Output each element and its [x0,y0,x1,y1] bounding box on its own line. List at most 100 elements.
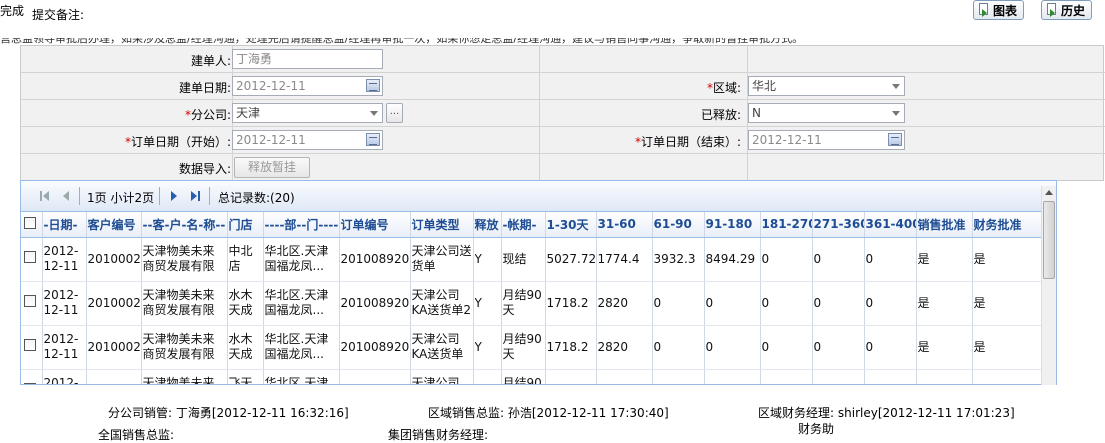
history-button[interactable]: 历史 [1041,0,1093,20]
table-cell: 5027.72 [545,237,597,282]
cell-text: 天津物美未来商贸发展有限公司 [142,332,215,361]
column-header[interactable]: 订单编号 [339,212,411,238]
row-checkbox[interactable] [24,251,36,263]
select-all-checkbox-cell[interactable] [21,212,43,238]
cell-text: 0 [761,251,770,266]
table-cell: 3932.3 [652,237,705,282]
released-label: 已释放: [700,108,741,122]
column-header[interactable]: 释放 [473,212,502,238]
cell-text: 0 [761,295,770,310]
cell-text: 20100026 [87,251,140,266]
table-row[interactable]: 2012-12-11 20100026天津物美未来商贸发展有限公司中北店华北区.天… [21,237,1043,282]
table-row[interactable]: 2012-12-11 20100026天津物美未来商贸发展有限公司水木天成店华北区… [21,325,1043,370]
remark-input[interactable] [86,0,284,30]
table-cell: 2012-12-11 [42,369,87,384]
table-row[interactable]: 2012-12-11 20100026天津物美未来商贸发展有限公司 飞天山路 华北区.… [21,369,1043,385]
table-cell: 20100026 [86,237,142,282]
calendar-icon[interactable] [366,133,380,146]
branch-lookup-button[interactable]: ... [386,103,403,123]
order-end-field[interactable]: 2012-12-11 [748,130,905,150]
row-checkbox-cell[interactable] [21,281,43,326]
column-header[interactable]: 361-400 [864,212,917,238]
created-date-field[interactable]: 2012-12-11 [232,76,383,96]
region-sales-approval: 区域销售总监: 孙浩[2012-12-11 17:30:40] [428,404,669,421]
table-cell: 水木天成店 [227,325,264,370]
column-header[interactable]: 271-360 [812,212,865,238]
cell-text: 现结 [502,251,527,266]
chart-button[interactable]: 图表 [973,0,1025,20]
paging-toolbar: 1页 小计2页 总记录数:(20) [21,181,1056,212]
column-header[interactable]: 订单类型 [410,212,474,238]
region-label: 区域: [712,81,741,95]
order-start-value: 2012-12-11 [236,133,306,147]
table-cell: 0 [864,237,917,282]
column-header[interactable]: 181-270 [760,212,813,238]
cell-text: 2820 [597,339,629,354]
cell-text: 1774.4 [597,251,640,266]
released-select[interactable]: N [748,103,905,123]
order-start-field[interactable]: 2012-12-11 [232,130,383,150]
row-checkbox-cell[interactable] [21,325,43,370]
last-page-icon[interactable] [191,191,197,201]
cell-text: 是 [973,251,986,266]
column-header[interactable]: 销售批准 [916,212,973,238]
table-cell: 0 [652,281,705,326]
table-cell: 0 [704,281,761,326]
scroll-thumb[interactable] [1043,201,1055,279]
column-header[interactable]: 1-30天 [545,212,597,238]
select-all-checkbox[interactable] [24,216,36,229]
cell-text: 2010089202 [340,339,409,354]
region-sales-value: 孙浩[2012-12-11 17:30:40] [507,406,669,420]
cell-text: 0 [865,295,874,310]
branch-select[interactable]: 天津 [232,103,383,123]
cell-text: 20100026 [87,339,140,354]
cell-text: 0 [705,295,714,310]
table-cell: 2010089203 [339,281,411,326]
column-header[interactable]: ----部--门---- [263,212,340,238]
creator-field[interactable]: 丁海勇 [232,49,383,69]
history-button-label: 历史 [1061,3,1086,18]
column-header[interactable]: 91-180 [704,212,761,238]
cell-text: Y [474,295,482,310]
column-header[interactable]: 财务批准 [972,212,1043,238]
table-row[interactable]: 2012-12-11 20100026天津物美未来商贸发展有限公司水木天成店华北区… [21,281,1043,326]
table-cell: 天津物美未来商贸发展有限公司 [141,281,228,326]
row-checkbox-cell[interactable] [21,369,43,384]
column-header[interactable]: 客户编号 [86,212,142,238]
column-header[interactable]: -日期- [42,212,87,238]
row-checkbox[interactable] [24,383,36,384]
first-page-icon[interactable] [40,191,42,201]
cell-text: 0 [813,251,822,266]
order-start-label: 订单日期（开始）: [130,135,231,149]
table-cell: 天津公司KA送货单 [410,325,474,370]
table-cell: 天津公司KA送货单2 [410,281,474,326]
cell-text: 是 [917,295,930,310]
row-checkbox[interactable] [24,295,36,307]
table-cell: Y [473,325,502,370]
scroll-up-icon[interactable] [1045,190,1053,195]
column-header[interactable]: --客-户-名-称-- [141,212,228,238]
column-header[interactable]: 门店 [227,212,264,238]
table-cell: 2820 [596,325,653,370]
column-header[interactable]: 61-90 [652,212,705,238]
row-checkbox-cell[interactable] [21,237,43,282]
row-checkbox[interactable] [24,339,36,351]
table-cell: 0 [760,325,813,370]
column-header[interactable]: -帐期- [501,212,546,238]
calendar-icon[interactable] [888,133,902,146]
column-header[interactable]: 31-60 [596,212,653,238]
cell-text: 月结90天 [502,332,542,361]
table-cell: 2010089187 [339,369,411,384]
table-cell: 华北区.天津国福龙凤... [263,237,340,282]
next-page-icon[interactable] [171,191,177,201]
cell-text: 0 [813,295,822,310]
prev-page-icon[interactable] [63,191,69,201]
table-cell: 天津物美未来商贸发展有限公司 [141,325,228,370]
cell-text: 2012-12-11 [43,288,79,317]
table-cell: 0 [864,281,917,326]
calendar-icon[interactable] [366,79,380,92]
grid-scrollbar[interactable] [1041,186,1056,385]
cell-text: 0 [866,384,915,385]
region-select[interactable]: 华北 [748,76,905,96]
release-hold-button[interactable]: 释放暂挂 [234,157,310,178]
